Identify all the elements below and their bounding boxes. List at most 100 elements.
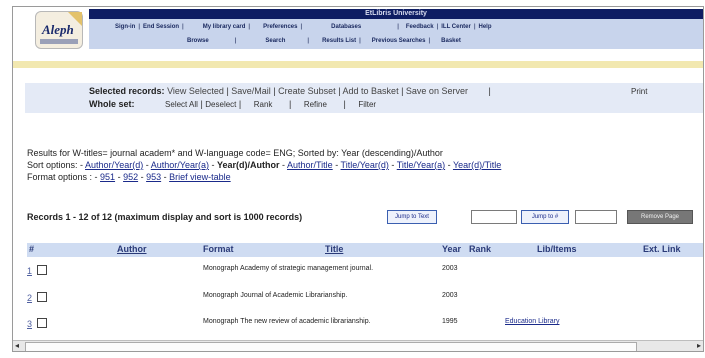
results-summary: Results for W-titles= journal academ* an… [27,148,443,158]
sort-author-year-desc[interactable]: Author/Year(d) [85,160,143,170]
nav-preferences[interactable]: Preferences [263,24,297,30]
remove-page-button[interactable]: Remove Page [627,210,693,224]
table-row: 2 Monograph Journal of Academic Libraria… [27,286,703,310]
refine-link[interactable]: Refine [304,100,327,109]
row-select-checkbox[interactable] [37,318,47,328]
col-lib-items: Lib/Items [537,244,577,254]
nav-results-list[interactable]: Results List [322,38,356,44]
save-mail-link[interactable]: Save/Mail [231,86,271,96]
print-link[interactable]: Print [631,87,647,96]
nav-separator: | [473,23,476,30]
row-year: 1995 [442,318,458,325]
nav-separator: | [428,37,431,44]
logo-text: Aleph [42,22,74,37]
select-all-link[interactable]: Select All [165,100,198,109]
nav-separator: | [138,23,141,30]
row-number-link[interactable]: 3 [27,319,32,329]
col-author[interactable]: Author [117,244,147,254]
sort-title-year-asc[interactable]: Title/Year(a) [397,160,445,170]
sort-author-title[interactable]: Author/Title [287,160,333,170]
browser-window: Aleph EtLibris University Sign-in | End S… [12,6,704,352]
action-separator: | [488,86,491,96]
col-year: Year [442,244,462,254]
rank-link[interactable]: Rank [254,100,273,109]
row-number-link[interactable]: 2 [27,293,32,303]
row-select-checkbox[interactable] [37,265,47,275]
row-lib-items-link[interactable]: Education Library [505,318,559,325]
save-on-server-link[interactable]: Save on Server [406,86,468,96]
sort-author-year-asc[interactable]: Author/Year(a) [151,160,209,170]
jump-to-number-button[interactable]: Jump to # [521,210,569,224]
sort-options-line: Sort options: - Author/Year(d) - Author/… [27,160,502,170]
nav-feedback[interactable]: Feedback [406,24,434,30]
jump-to-number-input[interactable] [575,210,617,224]
nav-separator: | [359,37,361,44]
create-subset-link[interactable]: Create Subset [278,86,336,96]
row-format-title[interactable]: Monograph Journal of Academic Librarians… [203,292,347,299]
selected-records-label: Selected records: [89,86,165,96]
table-row: 1 Monograph Academy of strategic managem… [27,259,703,283]
nav-separator: | [234,37,237,44]
row-format-title[interactable]: Monograph The new review of academic lib… [203,318,371,325]
header-strip [13,68,703,80]
whole-set-label: Whole set: [89,99,135,109]
jump-to-text-button[interactable]: Jump to Text [387,210,437,224]
view-selected-link[interactable]: View Selected [167,86,224,96]
nav-separator: | [248,23,251,30]
nav-help[interactable]: Help [479,24,492,30]
nav-my-library-card[interactable]: My library card [203,24,246,30]
row-year: 2003 [442,292,458,299]
col-ext-link: Ext. Link [643,244,681,254]
nav-sign-in[interactable]: Sign-in [115,24,135,30]
action-separator: | [288,99,292,109]
nav-separator: | [182,23,184,30]
format-953-link[interactable]: 953 [146,172,161,182]
format-options-label: Format options : [27,172,93,182]
deselect-link[interactable]: Deselect [205,100,236,109]
horizontal-scrollbar[interactable]: ◂ ▸ [13,340,703,351]
col-format: Format [203,244,234,254]
row-number-link[interactable]: 1 [27,266,32,276]
records-count: Records 1 - 12 of 12 (maximum display an… [27,212,303,222]
sort-year-desc-title[interactable]: Year(d)/Title [453,160,501,170]
selected-records-line: Selected records: View Selected | Save/M… [89,86,491,96]
jump-to-text-input[interactable] [471,210,517,224]
sort-options-label: Sort options: [27,160,78,170]
nav-search[interactable]: Search [265,38,285,44]
row-year: 2003 [442,265,458,272]
format-952-link[interactable]: 952 [123,172,138,182]
logo-subbar [40,39,78,44]
col-title[interactable]: Title [325,244,343,254]
row-select-checkbox[interactable] [37,292,47,302]
filter-link[interactable]: Filter [358,100,376,109]
nav-separator: | [307,37,310,44]
nav-row-bottom: Browse | Search | Results List | Previous S… [89,33,703,48]
results-info: Results for W-titles= journal academ* an… [27,147,697,183]
col-rank: Rank [469,244,492,254]
scrollbar-thumb[interactable] [25,342,637,351]
format-options-line: Format options : - 951 - 952 - 953 - Bri… [27,172,231,182]
header-gold-bar [13,61,703,68]
university-title: EtLibris University [89,9,703,19]
nav-end-session[interactable]: End Session [143,24,179,30]
nav-separator: | [436,23,439,30]
nav-basket[interactable]: Basket [441,38,461,44]
nav-previous-searches[interactable]: Previous Searches [372,38,426,44]
action-separator: | [343,99,346,109]
nav-ill-center[interactable]: ILL Center [441,24,471,30]
aleph-logo[interactable]: Aleph [35,11,83,49]
add-to-basket-link[interactable]: Add to Basket [343,86,399,96]
page-header: Aleph EtLibris University Sign-in | End S… [13,7,703,61]
scroll-left-arrow-icon[interactable]: ◂ [15,341,19,350]
sort-title-year-desc[interactable]: Title/Year(d) [341,160,389,170]
scroll-right-arrow-icon[interactable]: ▸ [697,341,701,350]
nav-browse[interactable]: Browse [187,38,209,44]
row-format-title[interactable]: Monograph Academy of strategic managemen… [203,265,373,272]
nav-databases[interactable]: Databases [331,24,361,30]
whole-set-line: Whole set: Select All | Deselect | Rank … [89,99,377,109]
nav-separator: | [397,23,399,30]
format-951-link[interactable]: 951 [100,172,115,182]
brief-view-table-link[interactable]: Brief view-table [169,172,231,182]
table-row: 3 Monograph The new review of academic l… [27,312,703,336]
results-table-header: # Author Format Title Year Rank Lib/Item… [27,243,703,257]
